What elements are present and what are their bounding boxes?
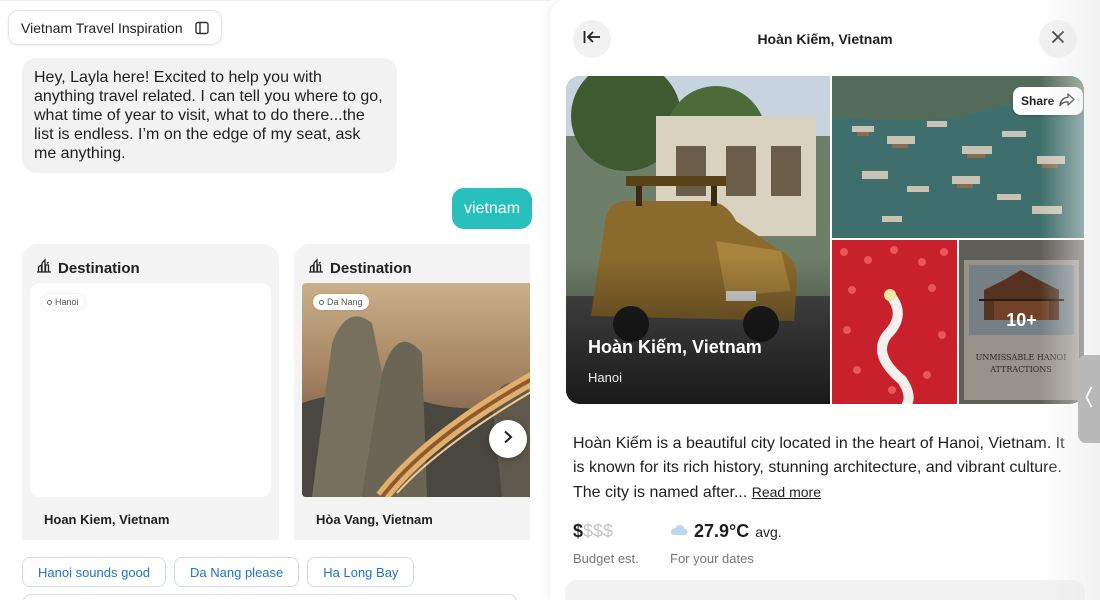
carousel-next-button[interactable] [489,420,527,458]
share-icon [1059,92,1076,110]
more-photos-count: 10+ [1006,310,1037,330]
destination-name: Hoan Kiem, Vietnam [44,512,170,527]
budget-estimate: $$$$ [573,521,613,542]
cloud-icon [670,523,688,541]
close-button[interactable] [1039,20,1077,58]
budget-label: Budget est. [573,551,639,566]
card-header-label: Destination [330,259,412,277]
chevron-right-icon [502,430,514,449]
budget-active: $ [573,521,584,541]
gallery-photo-bay[interactable]: Share [832,76,1084,238]
bot-message: Hey, Layla here! Excited to help you wit… [22,58,397,173]
chevron-left-icon [1085,386,1093,413]
location-pin-icon [319,299,324,305]
gallery-main-subtitle: Hanoi [588,370,622,385]
chat-title: Vietnam Travel Inspiration [21,19,183,36]
destination-carousel: Destination Hanoi Hoan Kiem, Vietnam Des… [22,244,530,540]
app-window: Vietnam Travel Inspiration Hey, Layla he… [0,0,1100,600]
temperature-value: 27.9°C [694,521,750,541]
destination-description: Hoàn Kiếm is a beautiful city located in… [573,432,1073,505]
message-input[interactable] [22,594,518,600]
photo-gallery[interactable]: Hoàn Kiếm, Vietnam Hanoi Share UNMISSABL… [566,76,1084,404]
temperature-label: For your dates [670,551,754,566]
svg-text:ATTRACTIONS: ATTRACTIONS [989,365,1052,374]
destination-detail-panel: Hoàn Kiếm, Vietnam Hoàn Kiếm, Vietnam Ha… [550,0,1100,600]
chat-title-pill[interactable]: Vietnam Travel Inspiration [8,10,222,45]
gallery-more-photos[interactable]: UNMISSABLE HANOI ATTRACTIONS 10+ [959,240,1084,404]
close-icon [1051,30,1065,49]
read-more-link[interactable]: Read more [752,484,821,500]
sidebar-toggle-icon[interactable] [194,21,209,35]
gallery-main-title: Hoàn Kiếm, Vietnam [588,337,762,357]
weather-average: 27.9°C avg. [670,521,782,542]
destination-image: Da Nang [302,283,530,497]
card-header: Destination [36,258,140,278]
gallery-main-photo[interactable]: Hoàn Kiếm, Vietnam Hanoi [566,76,830,404]
panel-resize-handle[interactable] [1078,355,1100,443]
temperature-suffix: avg. [755,523,782,540]
suggestion-chip[interactable]: Hanoi sounds good [22,557,167,587]
lantern-dragon-photo [832,240,957,404]
card-header: Destination [308,258,412,278]
location-tag-label: Hanoi [55,297,79,307]
golden-bridge-photo [302,283,530,497]
destination-card[interactable]: Destination Da Nang Hòa Vang, Vietnam [294,244,530,540]
destination-name: Hòa Vang, Vietnam [316,512,433,527]
chat-pane: Vietnam Travel Inspiration Hey, Layla he… [0,0,550,600]
location-tag: Hanoi [41,294,85,310]
skyline-icon [36,258,52,278]
card-header-label: Destination [58,259,140,277]
detail-title: Hoàn Kiếm, Vietnam [757,31,893,47]
user-message: vietnam [452,188,533,229]
budget-inactive: $$$ [583,521,614,541]
share-button[interactable]: Share [1013,87,1084,115]
suggestion-chip[interactable]: Da Nang please [174,557,300,587]
destination-image: Hanoi [30,283,271,497]
gallery-photo-dragon[interactable] [832,240,957,404]
svg-text:UNMISSABLE HANOI: UNMISSABLE HANOI [976,353,1067,362]
share-label: Share [1021,94,1055,108]
location-tag-label: Da Nang [327,297,363,307]
suggestion-chips: Hanoi sounds good Da Nang please Ha Long… [22,557,415,587]
suggestion-chip[interactable]: Ha Long Bay [307,557,415,587]
skyline-icon [308,258,324,278]
location-pin-icon [47,299,52,305]
destination-card[interactable]: Destination Hanoi Hoan Kiem, Vietnam [22,244,279,540]
next-section-card [565,580,1085,600]
location-tag: Da Nang [313,294,369,310]
